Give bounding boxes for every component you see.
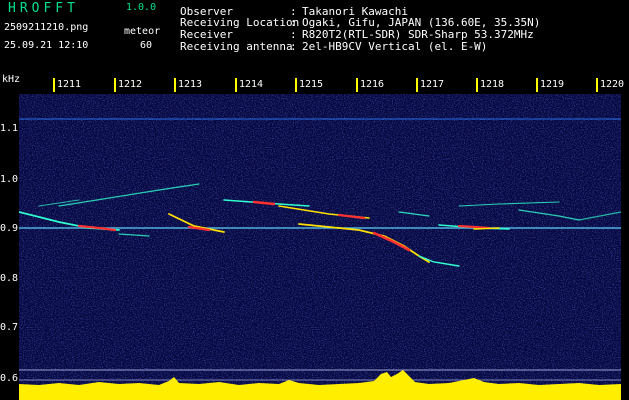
- antenna-colon: :: [290, 40, 297, 53]
- time-tick-mark: [53, 78, 55, 92]
- time-tick-label: 1214: [239, 79, 264, 90]
- app-title: HROFFT: [8, 1, 79, 16]
- time-tick-mark: [114, 78, 116, 92]
- count-value: 60: [140, 40, 153, 51]
- time-tick-mark: [174, 78, 176, 92]
- time-tick-label: 1212: [118, 79, 143, 90]
- time-tick-label: 1211: [57, 79, 82, 90]
- time-tick-label: 1216: [360, 79, 385, 90]
- time-tick-mark: [416, 78, 418, 92]
- echo-trace: [473, 227, 500, 230]
- receiver-label: Receiver: [180, 28, 233, 41]
- time-tick-mark: [536, 78, 538, 92]
- mode-label: meteor: [124, 26, 161, 37]
- time-tick-mark: [235, 78, 237, 92]
- khz-unit-label: kHz: [2, 74, 21, 85]
- spectrogram-canvas: [19, 94, 621, 400]
- time-tick-label: 1220: [600, 79, 625, 90]
- receiver-colon: :: [290, 28, 297, 41]
- freq-label: 0.6: [0, 373, 19, 384]
- antenna-value: 2el-HB9CV Vertical (el. E-W): [302, 40, 488, 53]
- time-tick-label: 1215: [299, 79, 324, 90]
- antenna-label: Receiving antenna: [180, 40, 293, 53]
- time-tick-mark: [295, 78, 297, 92]
- time-tick-label: 1213: [178, 79, 203, 90]
- location-value: Ogaki, Gifu, JAPAN (136.60E, 35.35N): [302, 16, 541, 29]
- time-tick-label: 1217: [420, 79, 445, 90]
- freq-label: 0.9: [0, 223, 19, 234]
- freq-label: 1.0: [0, 174, 19, 185]
- location-colon: :: [290, 16, 297, 29]
- spectrogram-plot: [19, 94, 621, 400]
- receiver-value: R820T2(RTL-SDR) SDR-Sharp 53.372MHz: [302, 28, 534, 41]
- freq-label: 1.1: [0, 123, 19, 134]
- time-tick-label: 1219: [540, 79, 565, 90]
- file-name: 2509211210.png: [4, 22, 89, 33]
- time-tick-mark: [476, 78, 478, 92]
- location-label: Receiving Location: [180, 16, 300, 29]
- date-time: 25.09.21 12:10: [4, 40, 89, 51]
- freq-label: 0.8: [0, 273, 19, 284]
- noise-texture: [19, 94, 621, 400]
- app-version: 1.0.0: [126, 2, 157, 13]
- freq-label: 0.7: [0, 322, 19, 333]
- time-tick-mark: [356, 78, 358, 92]
- time-tick-label: 1218: [480, 79, 505, 90]
- time-tick-mark: [596, 78, 598, 92]
